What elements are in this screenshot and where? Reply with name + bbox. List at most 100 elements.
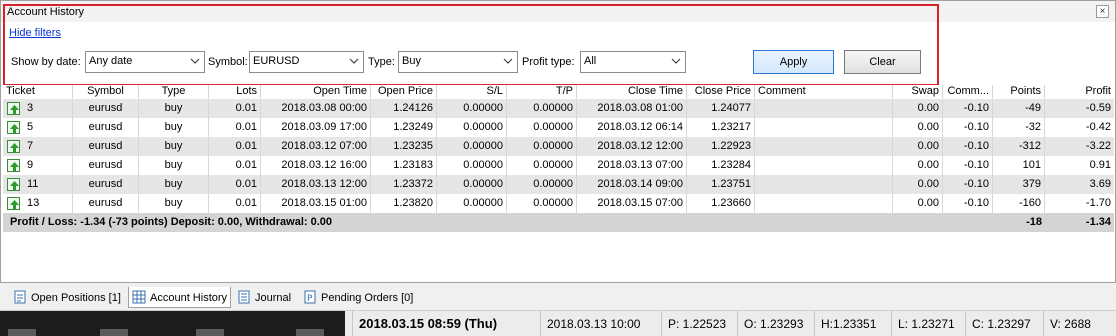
cell-profit: -1.70 — [1085, 197, 1111, 209]
cell-open-time: 2018.03.09 17:00 — [261, 118, 371, 137]
col-close-time[interactable]: Close Time — [577, 85, 687, 98]
tab-label: Journal — [255, 292, 292, 304]
cell-tp: 0.00000 — [507, 99, 577, 118]
col-points[interactable]: Points — [993, 85, 1045, 98]
cell-lots: 0.01 — [209, 118, 261, 137]
col-tp[interactable]: T/P — [507, 85, 577, 98]
cell-open-time: 2018.03.12 07:00 — [261, 137, 371, 156]
summary-text: Profit / Loss: -1.34 (-73 points) Deposi… — [10, 216, 333, 228]
cell-tp: 0.00000 — [507, 156, 577, 175]
col-lots[interactable]: Lots — [209, 85, 261, 98]
cell-sl: 0.00000 — [437, 194, 507, 213]
col-sl[interactable]: S/L — [437, 85, 507, 98]
cell-sl: 0.00000 — [437, 175, 507, 194]
type-value: Buy — [402, 55, 421, 67]
tab-journal[interactable]: Journal — [234, 287, 294, 308]
taskbar-thumb — [196, 329, 224, 336]
summary-row: Profit / Loss: -1.34 (-73 points) Deposi… — [3, 213, 1114, 232]
col-ticket[interactable]: Ticket — [3, 85, 73, 98]
table-row[interactable]: 5 eurusd buy 0.01 2018.03.09 17:00 1.232… — [3, 118, 1114, 137]
symbol-label: Symbol: — [208, 56, 248, 68]
profit-type-select[interactable]: All — [580, 51, 686, 73]
close-icon[interactable]: × — [1096, 5, 1109, 18]
cell-points: 379 — [993, 175, 1045, 194]
tab-open-positions[interactable]: Open Positions [1] — [10, 287, 124, 308]
col-commission[interactable]: Comm... — [943, 85, 993, 98]
cell-open-time: 2018.03.12 16:00 — [261, 156, 371, 175]
type-select[interactable]: Buy — [398, 51, 518, 73]
summary-profit: -1.34 — [1085, 216, 1111, 228]
status-l: L: 1.23271 — [891, 311, 965, 336]
symbol-value: EURUSD — [253, 55, 300, 67]
cell-swap: 0.00 — [893, 156, 943, 175]
cell-profit: -0.59 — [1085, 102, 1111, 114]
cell-close-time: 2018.03.08 01:00 — [577, 99, 687, 118]
symbol-select[interactable]: EURUSD — [249, 51, 364, 73]
col-comment[interactable]: Comment — [755, 85, 893, 98]
cell-close-time: 2018.03.13 07:00 — [577, 156, 687, 175]
cell-tp: 0.00000 — [507, 137, 577, 156]
cell-close-price: 1.23217 — [687, 118, 755, 137]
cell-comment — [755, 194, 893, 213]
cell-type: buy — [139, 156, 209, 175]
cell-profit: -3.22 — [1085, 140, 1111, 152]
summary-points: -18 — [1026, 216, 1042, 228]
show-by-date-select[interactable]: Any date — [85, 51, 205, 73]
cell-points: -160 — [993, 194, 1045, 213]
col-open-price[interactable]: Open Price — [371, 85, 437, 98]
table-row[interactable]: 3 eurusd buy 0.01 2018.03.08 00:00 1.241… — [3, 99, 1114, 118]
terminal-tabs: Open Positions [1] Account History Journ… — [0, 285, 1116, 309]
col-type[interactable]: Type — [139, 85, 209, 98]
cell-lots: 0.01 — [209, 137, 261, 156]
status-bar: 2018.03.15 08:59 (Thu) 2018.03.13 10:00 … — [0, 310, 1116, 336]
cell-lots: 0.01 — [209, 175, 261, 194]
cell-swap: 0.00 — [893, 175, 943, 194]
status-p: P: 1.22523 — [661, 311, 735, 336]
cell-commission: -0.10 — [943, 137, 993, 156]
table-row[interactable]: 9 eurusd buy 0.01 2018.03.12 16:00 1.231… — [3, 156, 1114, 175]
cell-swap: 0.00 — [893, 118, 943, 137]
col-swap[interactable]: Swap — [893, 85, 943, 98]
table-row[interactable]: 11 eurusd buy 0.01 2018.03.13 12:00 1.23… — [3, 175, 1114, 194]
buy-order-icon — [7, 159, 20, 172]
cell-close-price: 1.24077 — [687, 99, 755, 118]
cell-comment — [755, 156, 893, 175]
cell-comment — [755, 99, 893, 118]
cell-commission: -0.10 — [943, 99, 993, 118]
cell-sl: 0.00000 — [437, 137, 507, 156]
tab-pending-orders[interactable]: P Pending Orders [0] — [300, 287, 415, 308]
pending-orders-icon: P — [304, 290, 316, 304]
cell-tp: 0.00000 — [507, 118, 577, 137]
col-symbol[interactable]: Symbol — [73, 85, 139, 98]
cell-symbol: eurusd — [73, 194, 139, 213]
cell-symbol: eurusd — [73, 118, 139, 137]
status-o: O: 1.23293 — [737, 311, 813, 336]
table-row[interactable]: 7 eurusd buy 0.01 2018.03.12 07:00 1.232… — [3, 137, 1114, 156]
cell-type: buy — [139, 118, 209, 137]
table-header: Ticket Symbol Type Lots Open Time Open P… — [3, 85, 1114, 98]
cell-commission: -0.10 — [943, 194, 993, 213]
cell-lots: 0.01 — [209, 194, 261, 213]
cell-sl: 0.00000 — [437, 156, 507, 175]
cell-close-price: 1.23284 — [687, 156, 755, 175]
status-bar-time: 2018.03.13 10:00 — [540, 311, 660, 336]
tab-account-history[interactable]: Account History — [128, 287, 231, 308]
apply-button[interactable]: Apply — [753, 50, 834, 74]
cell-sl: 0.00000 — [437, 118, 507, 137]
table-row[interactable]: 13 eurusd buy 0.01 2018.03.15 01:00 1.23… — [3, 194, 1114, 213]
chevron-down-icon — [671, 58, 681, 64]
col-close-price[interactable]: Close Price — [687, 85, 755, 98]
clear-button[interactable]: Clear — [844, 50, 921, 74]
tab-label: Account History — [150, 292, 228, 304]
col-open-time[interactable]: Open Time — [261, 85, 371, 98]
cell-comment — [755, 137, 893, 156]
chevron-down-icon — [190, 58, 200, 64]
taskbar-thumb — [8, 329, 36, 336]
buy-order-icon — [7, 178, 20, 191]
cell-profit: -0.42 — [1085, 121, 1111, 133]
cell-tp: 0.00000 — [507, 194, 577, 213]
col-profit[interactable]: Profit — [1045, 85, 1114, 98]
cell-open-price: 1.23249 — [371, 118, 437, 137]
hide-filters-link[interactable]: Hide filters — [9, 27, 61, 39]
cell-type: buy — [139, 175, 209, 194]
